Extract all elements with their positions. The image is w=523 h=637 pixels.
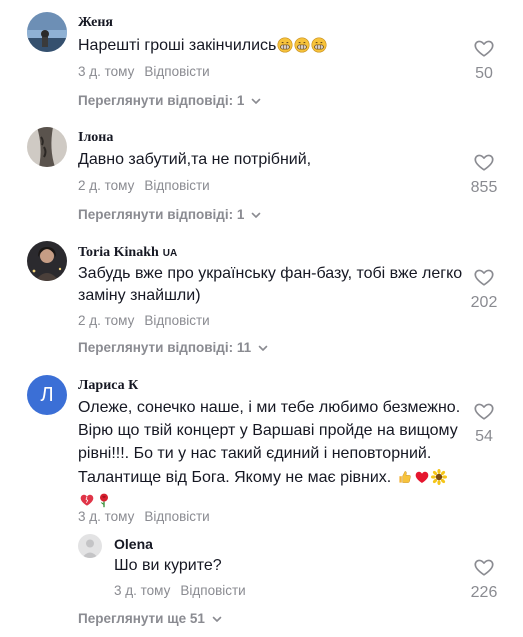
country-badge: UA bbox=[162, 248, 178, 259]
reply-time: 3 д. тому bbox=[114, 583, 171, 598]
comment-author[interactable]: Ілона bbox=[78, 130, 113, 146]
chevron-down-icon bbox=[257, 342, 269, 354]
grin-emoji-icon bbox=[277, 37, 293, 53]
comment-text: Нарешті гроші закінчились bbox=[78, 35, 463, 57]
comment-meta: 2 д. тому Відповісти bbox=[78, 313, 210, 328]
comment-meta: 3 д. тому Відповісти bbox=[78, 509, 210, 524]
view-replies-button[interactable]: Переглянути відповіді: 1 bbox=[78, 207, 262, 222]
reply-avatar[interactable] bbox=[78, 534, 102, 558]
view-replies-label: Переглянути відповіді: 1 bbox=[78, 93, 245, 108]
reply-button[interactable]: Відповісти bbox=[144, 64, 209, 79]
like-button[interactable]: 54 bbox=[464, 400, 504, 446]
view-replies-button[interactable]: Переглянути відповіді: 1 bbox=[78, 93, 262, 108]
reply-button[interactable]: Відповісти bbox=[144, 313, 209, 328]
rose-emoji-icon bbox=[96, 492, 112, 508]
comment-meta: 3 д. тому Відповісти bbox=[78, 64, 210, 79]
comment-time: 2 д. тому bbox=[78, 178, 135, 193]
chevron-down-icon bbox=[211, 613, 223, 625]
comment-time: 3 д. тому bbox=[78, 509, 135, 524]
comment-author[interactable]: Женя bbox=[78, 15, 113, 31]
heart-outline-icon bbox=[473, 151, 495, 173]
avatar[interactable] bbox=[27, 12, 67, 52]
avatar[interactable] bbox=[27, 127, 67, 167]
heart-outline-icon bbox=[473, 266, 495, 288]
heart-outline-icon bbox=[473, 556, 495, 578]
like-count: 202 bbox=[470, 294, 498, 311]
comment-text: Забудь вже про українську фан-базу, тобі… bbox=[78, 265, 463, 304]
heart-outline-icon bbox=[473, 37, 495, 59]
like-button[interactable]: 202 bbox=[464, 266, 504, 312]
comment-text: Олеже, сонечко наше, і ми тебе любимо бе… bbox=[78, 396, 463, 512]
comment-time: 3 д. тому bbox=[78, 64, 135, 79]
chevron-down-icon bbox=[250, 95, 262, 107]
comment-text: Давно забутий,та не потрібний, bbox=[78, 151, 312, 168]
reply-button[interactable]: Відповісти bbox=[144, 178, 209, 193]
chevron-down-icon bbox=[250, 209, 262, 221]
view-more-replies-button[interactable]: Переглянути ще 51 bbox=[78, 611, 223, 626]
like-count: 855 bbox=[470, 179, 498, 196]
like-button[interactable]: 226 bbox=[464, 556, 504, 602]
reply-button[interactable]: Відповісти bbox=[180, 583, 245, 598]
comment-text-body: Нарешті гроші закінчились bbox=[78, 37, 277, 54]
comment-meta: 2 д. тому Відповісти bbox=[78, 178, 210, 193]
comment-author[interactable]: Лариса К bbox=[78, 378, 138, 394]
comment-time: 2 д. тому bbox=[78, 313, 135, 328]
like-count: 54 bbox=[475, 428, 493, 445]
reply-text: Шо ви курите? bbox=[114, 557, 222, 574]
grin-emoji-icon bbox=[294, 37, 310, 53]
comment-author[interactable]: Toria Kinakh UA bbox=[78, 245, 177, 261]
reply-meta: 3 д. тому Відповісти bbox=[114, 583, 246, 598]
view-replies-button[interactable]: Переглянути відповіді: 11 bbox=[78, 340, 269, 355]
reply-author[interactable]: Olena bbox=[114, 536, 153, 552]
heart-emoji-icon bbox=[79, 492, 95, 508]
view-replies-label: Переглянути відповіді: 1 bbox=[78, 207, 245, 222]
heart-outline-icon bbox=[473, 400, 495, 422]
view-replies-label: Переглянути відповіді: 11 bbox=[78, 340, 252, 355]
avatar[interactable]: Л bbox=[27, 375, 67, 415]
like-count: 226 bbox=[470, 584, 498, 601]
sunflower-emoji-icon bbox=[431, 469, 447, 485]
like-button[interactable]: 50 bbox=[464, 37, 504, 83]
thumbs-up-emoji-icon bbox=[397, 469, 413, 485]
author-name: Toria Kinakh bbox=[78, 245, 159, 260]
like-count: 50 bbox=[475, 65, 493, 82]
avatar-letter: Л bbox=[40, 383, 54, 406]
grin-emoji-icon bbox=[311, 37, 327, 53]
red-heart-emoji-icon bbox=[414, 469, 430, 485]
reply-button[interactable]: Відповісти bbox=[144, 509, 209, 524]
like-button[interactable]: 855 bbox=[464, 151, 504, 197]
avatar[interactable] bbox=[27, 241, 67, 281]
view-more-label: Переглянути ще 51 bbox=[78, 611, 205, 626]
